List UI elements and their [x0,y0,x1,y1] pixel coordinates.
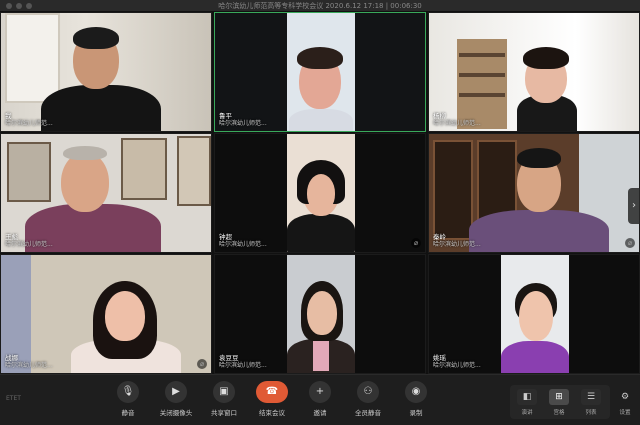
mute-all-label: 全员静音 [355,409,381,417]
video-tile[interactable]: 王彪 哈尔滨幼儿师范... [0,133,212,253]
participant-label: 王彪 哈尔滨幼儿师范... [5,233,53,249]
camera-icon: ▶ [165,381,187,403]
invite-icon: + [309,381,331,403]
video-tile[interactable]: 钟超 哈尔滨幼儿师范... ⌀ [214,133,426,253]
mic-off-icon: ⌀ [411,238,421,248]
list-view-icon: ☰ [581,389,601,405]
participant-org: 哈尔滨幼儿师范... [5,241,53,248]
record-label: 录制 [409,409,423,417]
maximize-dot[interactable] [26,3,32,9]
video-tile[interactable]: 战娜 哈尔滨幼儿师范... ⌀ [0,254,212,374]
gallery-view-icon: ⊞ [549,389,569,405]
participant-org: 哈尔滨幼儿师范... [433,362,481,369]
participant-label: 我 哈尔滨幼儿师范... [5,112,53,128]
app-logo: ETET [6,395,21,402]
video-tile[interactable]: 我 哈尔滨幼儿师范... [0,12,212,132]
window-controls[interactable] [6,3,32,9]
video-tile[interactable]: 杨柳 哈尔滨幼儿师范... [428,12,640,132]
participant-name: 我 [5,112,12,120]
participant-org: 哈尔滨幼儿师范... [219,120,267,127]
participant-name: 王彪 [5,233,18,241]
share-label: 共享窗口 [211,409,237,417]
invite-label: 邀请 [313,409,327,417]
speaker-view-icon: ◧ [517,389,537,405]
share-icon: ▣ [213,381,235,403]
participant-name: 袁豆豆 [219,354,239,362]
participant-label: 鲁平 哈尔滨幼儿师范... [219,112,267,128]
camera-off-label: 关闭摄像头 [159,409,193,417]
hangup-icon: ☎ [256,381,288,403]
close-dot[interactable] [6,3,12,9]
meeting-toolbar: ETET 🎙 静音 ▶ 关闭摄像头 ▣ 共享窗口 ☎ 结束会议 + 邀请 ⚇ 全… [0,374,640,425]
mic-icon: 🎙 [117,381,139,403]
participant-org: 哈尔滨幼儿师范... [5,362,53,369]
record-button[interactable]: ◉ 录制 [394,381,438,417]
mute-all-button[interactable]: ⚇ 全员静音 [346,381,390,417]
participant-org: 哈尔滨幼儿师范... [5,120,53,127]
mic-off-icon: ⌀ [625,238,635,248]
mute-button[interactable]: 🎙 静音 [106,381,150,417]
gallery-view-button[interactable]: ⊞ 宫格 [544,389,574,416]
chevron-right-icon[interactable]: › [628,188,640,224]
participant-label: 战娜 哈尔滨幼儿师范... [5,354,53,370]
video-tile-active-speaker[interactable]: 鲁平 哈尔滨幼儿师范... [214,12,426,132]
participant-org: 哈尔滨幼儿师范... [433,120,481,127]
video-grid: 我 哈尔滨幼儿师范... 鲁平 哈尔滨幼儿师范... 杨柳 哈尔滨幼儿师范...… [0,12,640,374]
participant-name: 杨柳 [433,112,446,120]
minimize-dot[interactable] [16,3,22,9]
end-meeting-button[interactable]: ☎ 结束会议 [250,381,294,417]
gallery-view-label: 宫格 [553,410,565,416]
participant-name: 秦岭 [433,233,446,241]
video-tile[interactable]: 袁豆豆 哈尔滨幼儿师范... [214,254,426,374]
end-label: 结束会议 [259,409,285,417]
title-bar: 哈尔滨幼儿师范高等专科学校会议 2020.6.12 17:18 | 00:06:… [0,0,640,12]
camera-off-button[interactable]: ▶ 关闭摄像头 [154,381,198,417]
mute-label: 静音 [121,409,135,417]
participant-label: 姚瑶 哈尔滨幼儿师范... [433,354,481,370]
invite-button[interactable]: + 邀请 [298,381,342,417]
participant-label: 袁豆豆 哈尔滨幼儿师范... [219,354,267,370]
gear-icon: ⚙ [620,392,630,402]
mic-off-icon: ⌀ [197,359,207,369]
list-view-label: 列表 [585,410,597,416]
participant-org: 哈尔滨幼儿师范... [219,241,267,248]
participant-label: 钟超 哈尔滨幼儿师范... [219,233,267,249]
settings-label: 设置 [619,410,631,416]
share-button[interactable]: ▣ 共享窗口 [202,381,246,417]
participant-name: 姚瑶 [433,354,446,362]
participant-name: 钟超 [219,233,232,241]
participant-name: 鲁平 [219,112,232,120]
window-title: 哈尔滨幼儿师范高等专科学校会议 2020.6.12 17:18 | 00:06:… [218,2,422,10]
list-view-button[interactable]: ☰ 列表 [576,389,606,416]
speaker-view-button[interactable]: ◧ 演讲 [512,389,542,416]
video-tile[interactable]: 姚瑶 哈尔滨幼儿师范... [428,254,640,374]
participant-label: 秦岭 哈尔滨幼儿师范... [433,233,481,249]
mute-all-icon: ⚇ [357,381,379,403]
participant-org: 哈尔滨幼儿师范... [433,241,481,248]
speaker-view-label: 演讲 [521,410,533,416]
participant-org: 哈尔滨幼儿师范... [219,362,267,369]
video-tile[interactable]: 秦岭 哈尔滨幼儿师范... ⌀ [428,133,640,253]
participant-name: 战娜 [5,354,18,362]
settings-button[interactable]: ⚙ 设置 [610,389,640,416]
record-icon: ◉ [405,381,427,403]
participant-label: 杨柳 哈尔滨幼儿师范... [433,112,481,128]
